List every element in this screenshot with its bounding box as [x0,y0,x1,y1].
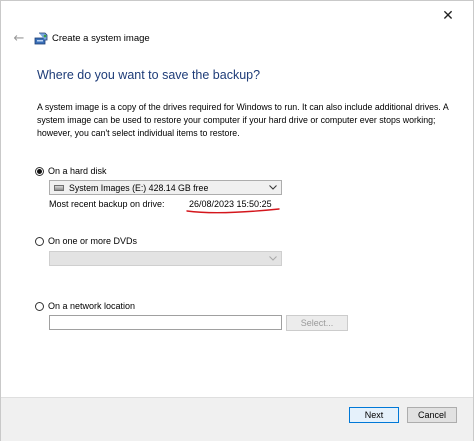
window-title: Create a system image [52,33,150,44]
dvd-radio[interactable] [35,236,44,246]
page-heading: Where do you want to save the backup? [37,68,261,82]
hard-disk-option[interactable]: On a hard disk [35,166,107,176]
dialog-footer [1,397,473,441]
network-path-input[interactable] [49,315,282,330]
hard-disk-radio[interactable] [35,166,44,176]
network-radio[interactable] [35,301,44,311]
back-arrow-icon[interactable]: ← [11,31,27,47]
dvd-label: On one or more DVDs [48,236,138,246]
dvd-option[interactable]: On one or more DVDs [35,236,137,246]
close-icon[interactable]: ✕ [439,7,457,25]
network-label: On a network location [48,301,136,311]
cancel-button[interactable]: Cancel [407,407,457,423]
chevron-down-icon [268,252,278,265]
network-option[interactable]: On a network location [35,301,135,311]
hard-disk-dropdown[interactable]: System Images (E:) 428.14 GB free [49,180,282,195]
red-underline-annotation [186,208,280,214]
chevron-down-icon[interactable] [268,181,278,194]
next-button[interactable]: Next [349,407,399,423]
create-system-image-window: ✕ ← Create a system image Where do you w… [0,0,474,441]
select-network-button: Select... [286,315,348,331]
system-image-backup-icon [34,32,48,46]
hard-drive-icon [54,184,64,191]
dvd-dropdown [49,251,282,266]
description-text: A system image is a copy of the drives r… [37,102,449,138]
hard-disk-dropdown-value: System Images (E:) 428.14 GB free [69,182,209,193]
recent-backup-label: Most recent backup on drive: [49,199,165,209]
hard-disk-label: On a hard disk [48,166,107,176]
